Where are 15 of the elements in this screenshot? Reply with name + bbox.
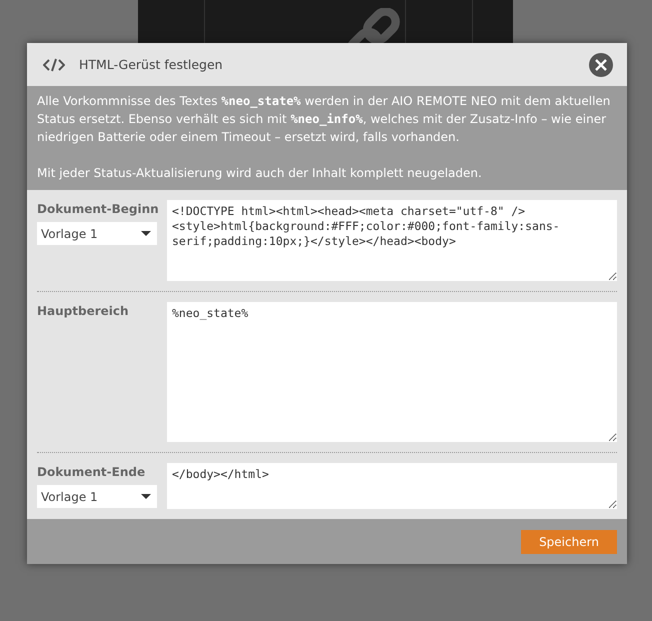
info-text: Mit jeder Status-Aktualisierung wird auch der Inhalt komplett neugeladen. bbox=[37, 165, 483, 182]
code-field[interactable]: %neo_state% bbox=[167, 302, 617, 442]
field-label: Dokument-Ende bbox=[37, 465, 146, 481]
code-icon bbox=[43, 58, 65, 72]
caret-icon bbox=[141, 231, 151, 236]
dialog-title: HTML-Gerüst festlegen bbox=[79, 57, 224, 72]
field-label: Hauptbereich bbox=[37, 304, 130, 320]
template-dropdown[interactable]: Vorlage 1 bbox=[37, 485, 157, 508]
code-field[interactable]: <!DOCTYPE html><html><head><meta charset="utf-8" /> <style>html{background:#FFF;color:#000;font-family:sans-serif;padding:10px;}</style></head><body> bbox=[167, 200, 617, 281]
close-icon[interactable] bbox=[589, 52, 613, 76]
caret-icon bbox=[141, 494, 151, 499]
code-field[interactable]: </body></html> bbox=[167, 463, 617, 509]
template-dropdown[interactable]: Vorlage 1 bbox=[37, 222, 157, 245]
field-label: Dokument-Beginn bbox=[37, 202, 160, 218]
info-text: Alle Vorkommnisse des Textes %neo_state% werden in der AIO REMOTE NEO mit dem aktuellen Status ersetzt. Ebenso verhält es sich mit %neo_info%, welches mit der Zusatz-Info – wie einer niedrigen Batterie oder einem Timeout – ersetzt wird, falls vorhanden. bbox=[37, 93, 612, 146]
